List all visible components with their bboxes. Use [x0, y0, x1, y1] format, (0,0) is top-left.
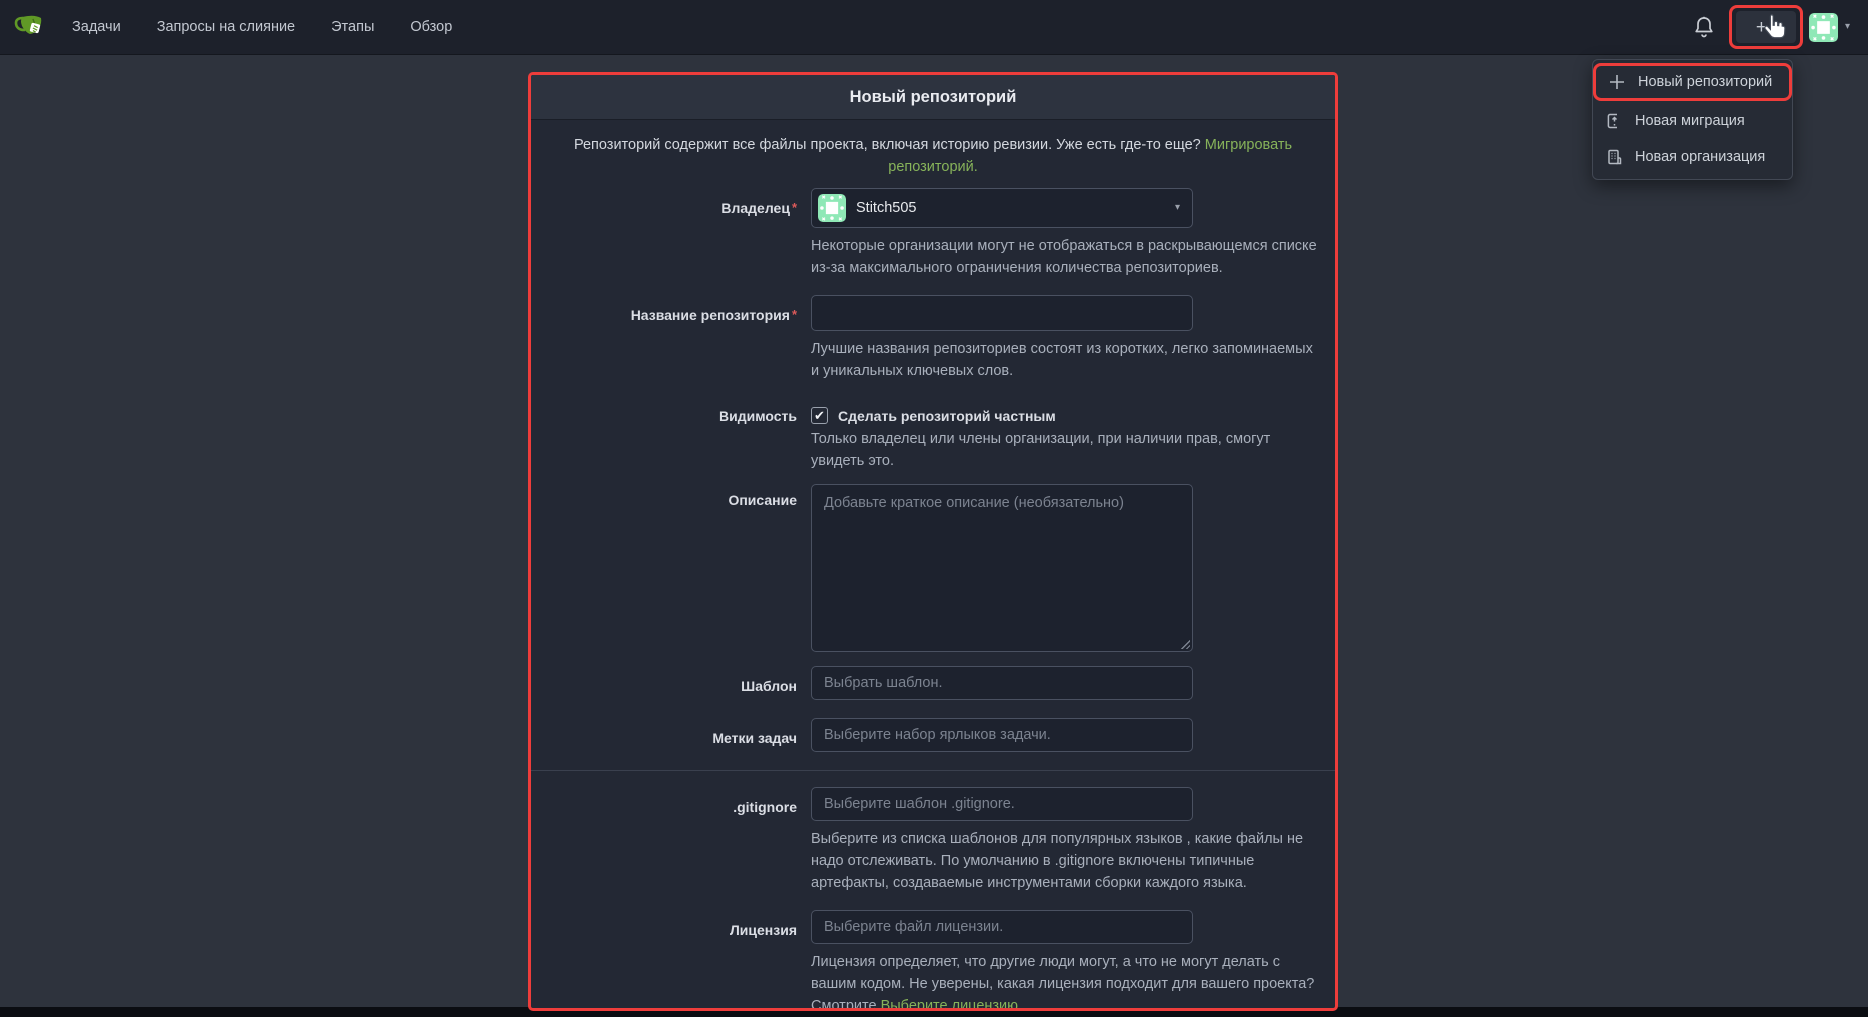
menu-item-new-repository[interactable]: Новый репозиторий — [1593, 63, 1792, 101]
caret-down-icon: ▾ — [1771, 22, 1776, 32]
gitignore-help: Выберите из списка шаблонов для популярн… — [811, 828, 1317, 894]
menu-item-label: Новая организация — [1635, 149, 1765, 165]
menu-item-label: Новый репозиторий — [1638, 74, 1772, 90]
owner-avatar — [818, 194, 846, 222]
field-repo-name: Название репозитория* Лучшие названия ре… — [547, 295, 1319, 382]
owner-label: Владелец* — [547, 188, 797, 279]
section-divider — [531, 770, 1335, 771]
top-navbar: Задачи Запросы на слияние Этапы Обзор + … — [0, 0, 1868, 55]
plus-icon — [1608, 73, 1626, 91]
caret-down-icon: ▾ — [1845, 22, 1850, 32]
create-new-button[interactable]: + ▾ — [1736, 11, 1796, 43]
create-new-dropdown: Новый репозиторий Новая миграция Новая о… — [1592, 59, 1793, 180]
visibility-help: Только владелец или члены организации, п… — [811, 428, 1317, 472]
panel-body: Репозиторий содержит все файлы проекта, … — [531, 120, 1335, 1011]
nav-item-explore[interactable]: Обзор — [410, 19, 452, 35]
menu-item-new-organization[interactable]: Новая организация — [1593, 139, 1792, 175]
annotation-box-plus-button: + ▾ — [1729, 5, 1803, 49]
menu-item-label: Новая миграция — [1635, 113, 1745, 129]
field-gitignore: .gitignore Выберите из списка шаблонов д… — [547, 787, 1319, 894]
field-template: Шаблон — [547, 666, 1319, 700]
caret-down-icon: ▾ — [1175, 203, 1180, 213]
gitignore-input[interactable] — [811, 787, 1193, 821]
repo-name-label: Название репозитория* — [547, 295, 797, 382]
gitea-logo-icon[interactable] — [14, 11, 46, 43]
gitignore-label: .gitignore — [547, 787, 797, 894]
panel-header: Новый репозиторий — [531, 75, 1335, 120]
field-visibility: Видимость ✔ Сделать репозиторий частным … — [547, 398, 1319, 472]
intro-text-static: Репозиторий содержит все файлы проекта, … — [574, 137, 1201, 153]
resize-handle[interactable] — [1180, 639, 1190, 649]
repo-name-input[interactable] — [811, 295, 1193, 331]
field-issue-labels: Метки задач — [547, 718, 1319, 752]
organization-icon — [1605, 148, 1623, 166]
field-description: Описание — [547, 484, 1319, 652]
notifications-bell-icon[interactable] — [1693, 15, 1715, 39]
description-label: Описание — [547, 484, 797, 652]
nav-item-issues[interactable]: Задачи — [72, 19, 121, 35]
field-license: Лицензия Лицензия определяет, что другие… — [547, 910, 1319, 1011]
nav-item-milestones[interactable]: Этапы — [331, 19, 374, 35]
owner-value: Stitch505 — [856, 200, 916, 216]
issue-labels-input[interactable] — [811, 718, 1193, 752]
private-checkbox-label[interactable]: Сделать репозиторий частным — [838, 408, 1056, 424]
owner-help: Некоторые организации могут не отображат… — [811, 235, 1317, 279]
navbar-right: + ▾ ▾ — [1693, 5, 1868, 49]
issue-labels-label: Метки задач — [547, 718, 797, 752]
user-menu-trigger[interactable]: ▾ — [1809, 13, 1850, 42]
template-label: Шаблон — [547, 666, 797, 700]
repo-name-help: Лучшие названия репозиториев состоят из … — [811, 338, 1317, 382]
license-input[interactable] — [811, 910, 1193, 944]
intro-text: Репозиторий содержит все файлы проекта, … — [554, 134, 1312, 178]
nav-item-pull-requests[interactable]: Запросы на слияние — [157, 19, 295, 35]
main-nav: Задачи Запросы на слияние Этапы Обзор — [72, 19, 452, 35]
private-checkbox[interactable]: ✔ — [811, 407, 828, 424]
plus-icon: + — [1756, 18, 1767, 37]
description-textarea[interactable] — [811, 484, 1193, 652]
new-repository-panel: Новый репозиторий Репозиторий содержит в… — [528, 72, 1338, 1011]
menu-item-new-migration[interactable]: Новая миграция — [1593, 103, 1792, 139]
field-owner: Владелец* Stitch505 ▾ Некот — [547, 188, 1319, 279]
owner-select[interactable]: Stitch505 ▾ — [811, 188, 1193, 228]
choose-license-link[interactable]: Выберите лицензию. — [881, 998, 1022, 1011]
visibility-label: Видимость — [547, 398, 797, 472]
template-input[interactable] — [811, 666, 1193, 700]
migration-icon — [1605, 112, 1623, 130]
required-asterisk: * — [792, 307, 797, 322]
user-avatar — [1809, 13, 1838, 42]
required-asterisk: * — [792, 200, 797, 215]
page-title: Новый репозиторий — [850, 88, 1017, 107]
license-label: Лицензия — [547, 910, 797, 1011]
license-help: Лицензия определяет, что другие люди мог… — [811, 951, 1317, 1011]
